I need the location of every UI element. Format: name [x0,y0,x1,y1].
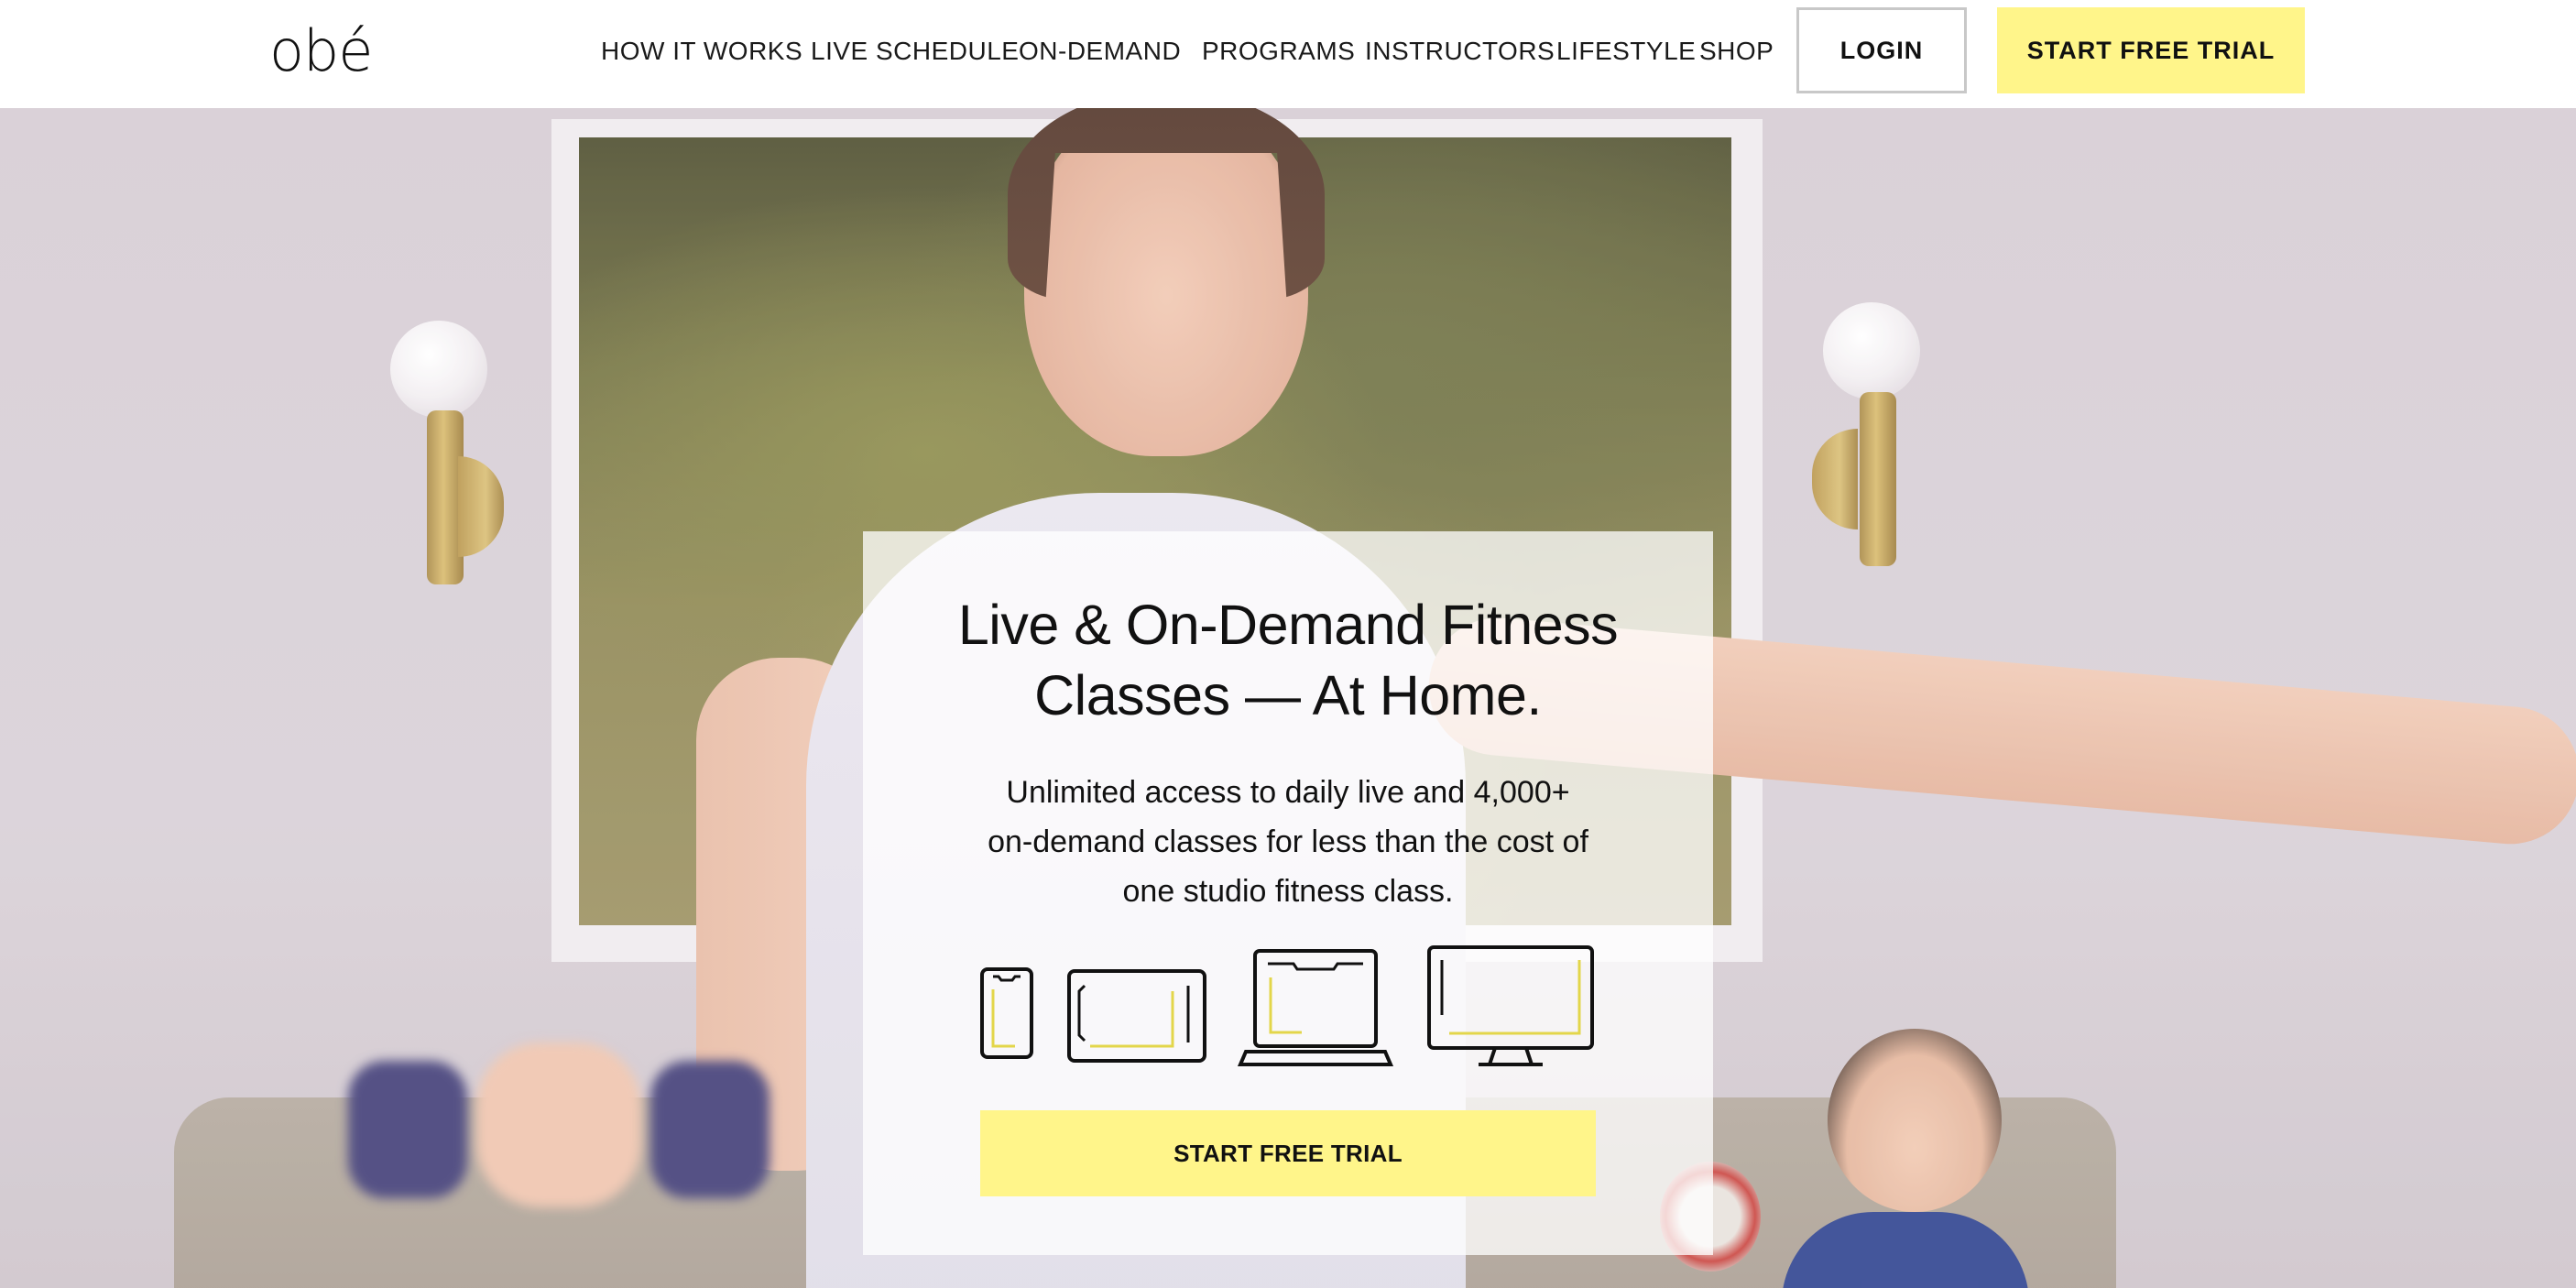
laptop-icon [1237,949,1394,1066]
desktop-icon [1427,945,1594,1066]
nav-lifestyle[interactable]: LIFESTYLE [1556,35,1696,68]
hero-subtext: Unlimited access to daily live and 4,000… [863,768,1713,916]
hero-subtext-line-1: Unlimited access to daily live and 4,000… [1006,775,1570,810]
hero-headline: Live & On-Demand Fitness Classes — At Ho… [863,590,1713,731]
device-icons [863,945,1713,1074]
site-header: obé HOW IT WORKS LIVE SCHEDULE ON-DEMAND… [0,0,2576,108]
nav-on-demand[interactable]: ON-DEMAND [1019,35,1181,68]
hero-headline-line-2: Classes — At Home. [1034,664,1542,726]
tablet-icon [1067,969,1206,1063]
hero-card: Live & On-Demand Fitness Classes — At Ho… [863,531,1713,1255]
hero-subtext-line-3: one studio fitness class. [1122,874,1454,909]
phone-icon [980,967,1033,1059]
device-icons-graphic [980,945,1594,1066]
nav-shop[interactable]: SHOP [1699,35,1774,68]
login-button[interactable]: LOGIN [1796,7,1967,93]
obe-logo[interactable]: obé [269,18,373,84]
start-free-trial-button[interactable]: START FREE TRIAL [980,1110,1596,1196]
start-free-trial-header-button[interactable]: START FREE TRIAL [1997,7,2305,93]
nav-how-it-works[interactable]: HOW IT WORKS [601,35,802,68]
nav-live-schedule[interactable]: LIVE SCHEDULE [811,35,1019,68]
hero-subtext-line-2: on-demand classes for less than the cost… [988,824,1588,859]
nav-programs[interactable]: PROGRAMS [1202,35,1355,68]
hero-headline-line-1: Live & On-Demand Fitness [957,594,1619,656]
nav-instructors[interactable]: INSTRUCTORS [1365,35,1555,68]
